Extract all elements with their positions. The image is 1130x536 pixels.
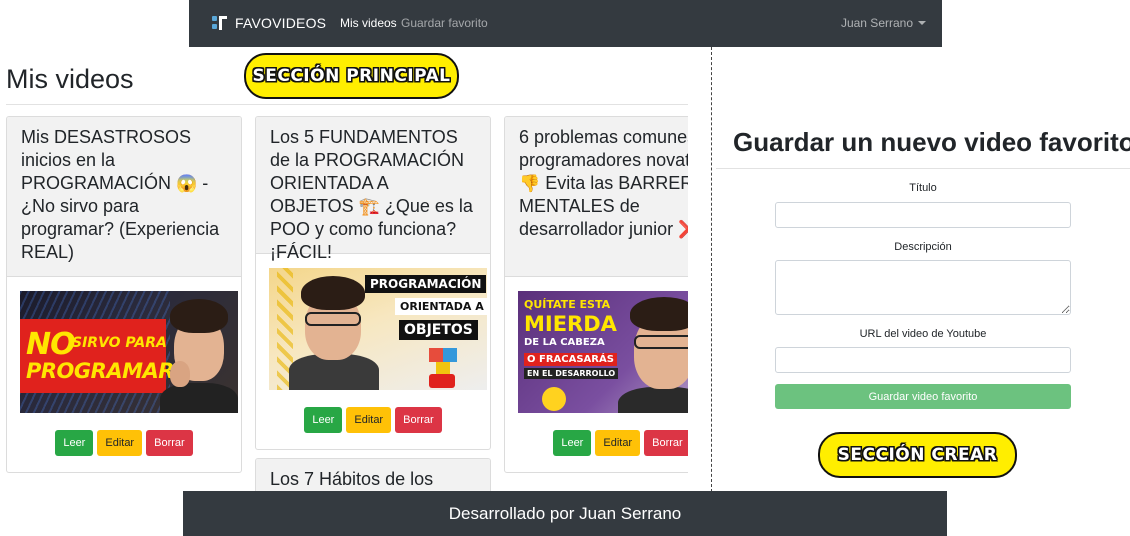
youtube-url-input[interactable] [775,347,1071,373]
section-divider [711,47,712,492]
video-card: Mis DESASTROSOS inicios en la PROGRAMACI… [6,116,242,473]
section-principal-badge: SECCIÓN PRINCIPAL [244,53,459,99]
user-name: Juan Serrano [840,16,913,30]
video-thumbnail[interactable]: QUÍTATE ESTA MIERDA DE LA CABEZA O FRACA… [518,291,688,413]
brand-logo-icon [212,16,227,30]
section-crear-badge: SECCIÓN CREAR [818,432,1017,478]
description-textarea[interactable] [775,260,1071,315]
description-label: Descripción [894,241,952,253]
video-card: Los 5 FUNDAMENTOS de la PROGRAMACIÓN ORI… [255,116,491,450]
main-section: Mis videos Mis DESASTROSOS inicios en la… [0,47,688,492]
footer: Desarrollado por Juan Serrano [183,491,947,536]
form-title-divider [716,168,1130,169]
page-title: Mis videos [6,64,134,94]
title-input[interactable] [775,202,1071,228]
top-navbar: FAVOVIDEOS Mis videos Guardar favorito J… [189,0,942,47]
title-divider [6,104,688,105]
form-title: Guardar un nuevo video favorito [733,127,1130,157]
video-card-title: Los 5 FUNDAMENTOS de la PROGRAMACIÓN ORI… [256,117,490,262]
title-label: Título [909,182,937,194]
delete-button[interactable]: Borrar [395,407,442,433]
save-favorite-button[interactable]: Guardar video favorito [775,384,1071,409]
read-button[interactable]: Leer [304,407,343,433]
video-card: Los 7 Hábitos de los [255,458,491,492]
scared-face-emoji-icon: 😱 [176,174,198,193]
read-button[interactable]: Leer [55,430,94,456]
delete-button[interactable]: Borrar [644,430,688,456]
video-card-title: 6 problemas comunes de programadores nov… [505,117,688,277]
nav-link-mis-videos[interactable]: Mis videos [340,16,397,30]
video-thumbnail[interactable]: NO SIRVO PARA PROGRAMAR [20,291,238,413]
cross-mark-emoji-icon: ❌ [678,218,688,241]
nav-link-guardar-favorito[interactable]: Guardar favorito [401,16,488,30]
video-card-title: Los 7 Hábitos de los [256,459,490,492]
edit-button[interactable]: Editar [595,430,641,456]
brand-name[interactable]: FAVOVIDEOS [235,15,326,31]
edit-button[interactable]: Editar [346,407,392,433]
video-card-title: Mis DESASTROSOS inicios en la PROGRAMACI… [7,117,241,277]
edit-button[interactable]: Editar [97,430,143,456]
read-button[interactable]: Leer [553,430,592,456]
user-menu-dropdown[interactable]: Juan Serrano [841,16,926,30]
building-construction-emoji-icon: 🏗️ [358,197,380,216]
thumbs-down-emoji-icon: 👎 [519,174,541,193]
chevron-down-icon [918,20,926,25]
video-thumbnail[interactable]: PROGRAMACIÓN ORIENTADA A OBJETOS [269,268,487,390]
url-label: URL del video de Youtube [859,328,987,340]
video-card: 6 problemas comunes de programadores nov… [504,116,688,473]
delete-button[interactable]: Borrar [146,430,193,456]
